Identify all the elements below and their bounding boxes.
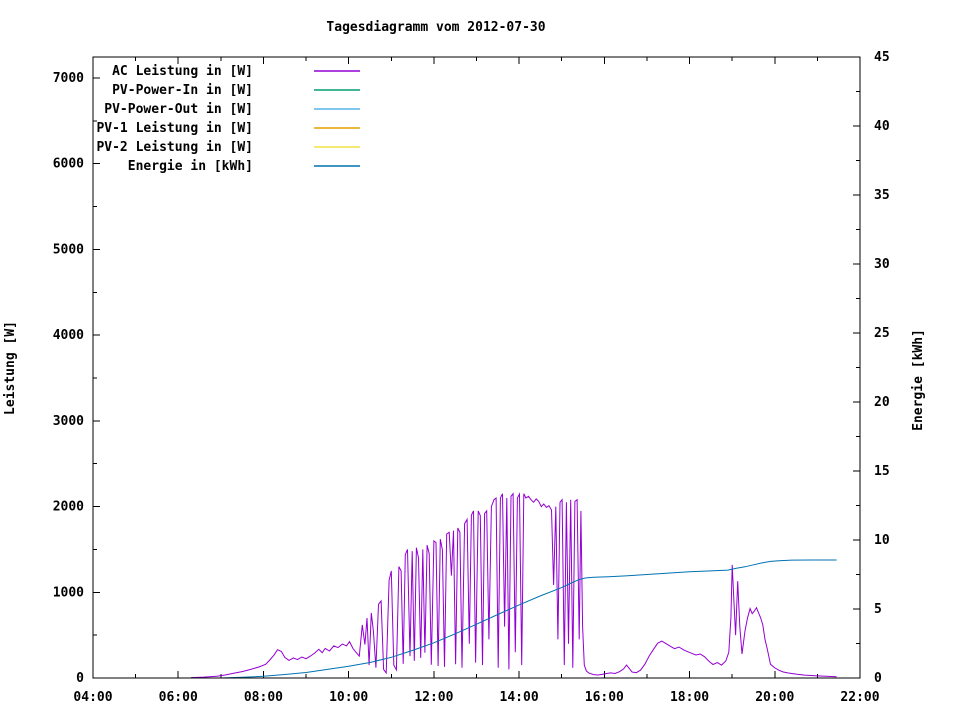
- x-tick-label: 20:00: [755, 690, 794, 705]
- y2-tick-label: 0: [874, 671, 882, 686]
- y2-tick-label: 5: [874, 602, 882, 617]
- legend-label: PV-1 Leistung in [W]: [96, 121, 253, 136]
- y-tick-label: 0: [76, 671, 84, 686]
- y-tick-label: 7000: [53, 71, 84, 86]
- y-tick-label: 2000: [53, 500, 84, 515]
- series-energie-in-kwh-: [220, 559, 837, 679]
- y2-tick-label: 10: [874, 533, 890, 548]
- legend-label: AC Leistung in [W]: [112, 64, 253, 79]
- y-tick-label: 5000: [53, 242, 84, 257]
- chart-title: Tagesdiagramm vom 2012-07-30: [326, 20, 545, 35]
- legend-label: PV-2 Leistung in [W]: [96, 140, 253, 155]
- y2-tick-label: 20: [874, 395, 890, 410]
- legend-label: Energie in [kWh]: [128, 159, 253, 174]
- x-tick-label: 16:00: [585, 690, 624, 705]
- x-tick-label: 18:00: [670, 690, 709, 705]
- legend-label: PV-Power-Out in [W]: [104, 102, 253, 117]
- series-layer: [190, 492, 837, 679]
- legend-layer: AC Leistung in [W] PV-Power-In in [W] PV-P…: [96, 64, 360, 174]
- x-tick-label: 08:00: [244, 690, 283, 705]
- y2-axis-title: Energie [kWh]: [911, 329, 926, 431]
- x-tick-label: 22:00: [840, 690, 879, 705]
- y-tick-label: 6000: [53, 157, 84, 172]
- y-axis-title: Leistung [W]: [3, 321, 18, 415]
- y2-tick-label: 30: [874, 257, 890, 272]
- y2-tick-label: 45: [874, 50, 890, 65]
- x-tick-label: 10:00: [329, 690, 368, 705]
- x-tick-label: 04:00: [73, 690, 112, 705]
- y-tick-label: 4000: [53, 328, 84, 343]
- y2-tick-label: 35: [874, 188, 890, 203]
- x-tick-label: 14:00: [500, 690, 539, 705]
- y-tick-label: 1000: [53, 585, 84, 600]
- legend-label: PV-Power-In in [W]: [112, 83, 253, 98]
- chart-canvas: Tagesdiagramm vom 2012-07-30 Leistung [W…: [0, 0, 960, 720]
- series-ac-leistung-in-w-: [190, 492, 837, 679]
- x-tick-label: 06:00: [159, 690, 198, 705]
- y-tick-label: 3000: [53, 414, 84, 429]
- y2-tick-label: 15: [874, 464, 890, 479]
- y2-tick-label: 25: [874, 326, 890, 341]
- y2-tick-label: 40: [874, 119, 890, 134]
- x-tick-label: 12:00: [414, 690, 453, 705]
- plot-svg: Tagesdiagramm vom 2012-07-30 Leistung [W…: [3, 20, 926, 705]
